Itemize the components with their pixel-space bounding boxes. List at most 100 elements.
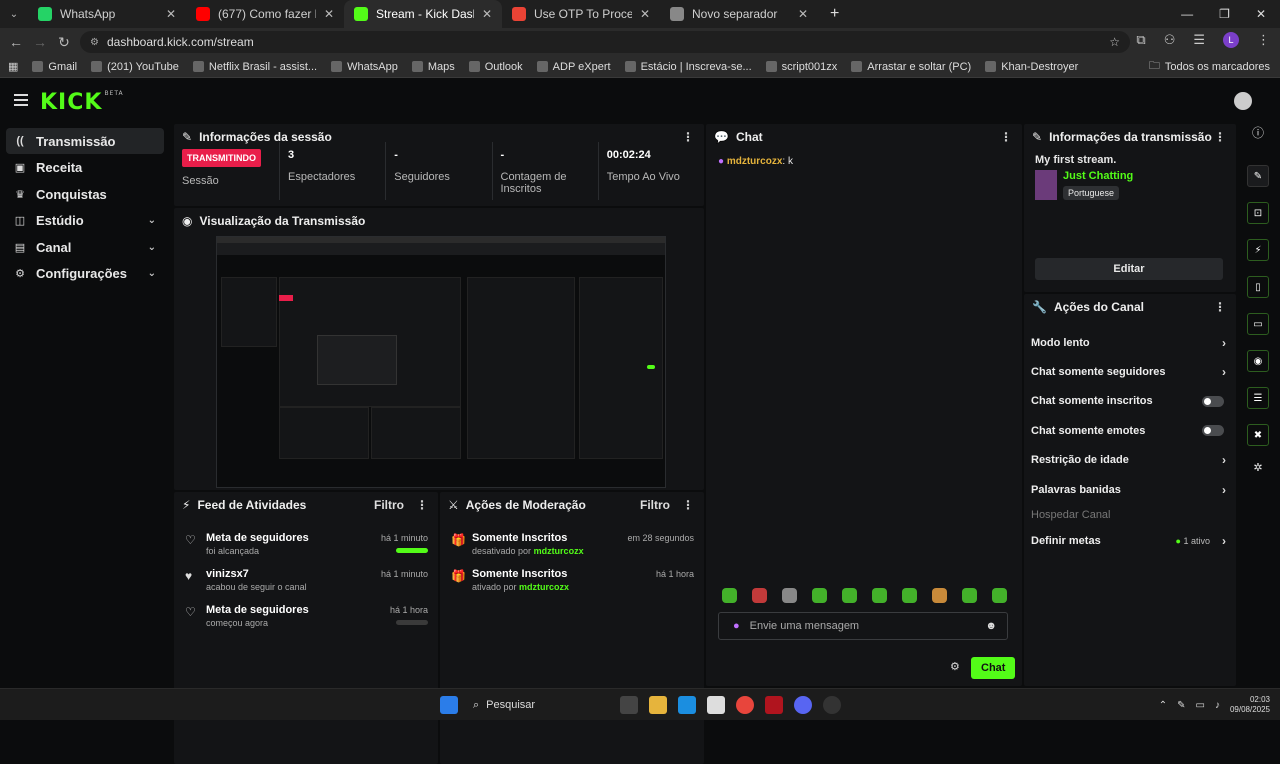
omnibox[interactable]: ⚙ dashboard.kick.com/stream ☆ xyxy=(80,31,1130,53)
stream-preview-video[interactable] xyxy=(216,236,666,488)
store-icon[interactable] xyxy=(707,696,725,714)
emoji-icon[interactable]: ☻ xyxy=(985,620,997,632)
menu-hamburger-icon[interactable] xyxy=(14,94,28,106)
chrome-icon[interactable] xyxy=(736,696,754,714)
emote[interactable] xyxy=(782,588,797,603)
flash-icon[interactable]: ⚡ xyxy=(1247,239,1269,261)
user-avatar[interactable] xyxy=(1234,92,1252,110)
discord-icon[interactable] xyxy=(794,696,812,714)
chat-input[interactable]: ● Envie uma mensagem ☻ xyxy=(718,612,1008,640)
channel-action-item[interactable]: Chat somente emotes xyxy=(1024,416,1236,445)
stream-info-menu-icon[interactable]: ⋮ xyxy=(1214,130,1226,144)
broadcast-icon[interactable]: ◉ xyxy=(1247,350,1269,372)
channel-action-item[interactable]: Chat somente seguidores › xyxy=(1024,357,1236,386)
emote[interactable] xyxy=(962,588,977,603)
bookmark-item[interactable]: Arrastar e soltar (PC) xyxy=(851,61,971,73)
forward-icon[interactable]: → xyxy=(28,34,52,50)
layers-icon[interactable]: ☰ xyxy=(1247,387,1269,409)
new-tab-plus-icon[interactable]: + xyxy=(830,5,839,23)
emote[interactable] xyxy=(842,588,857,603)
file-explorer-icon[interactable] xyxy=(649,696,667,714)
emote[interactable] xyxy=(812,588,827,603)
bookmark-item[interactable]: (201) YouTube xyxy=(91,61,179,73)
browser-tab[interactable]: Novo separador ✕ xyxy=(660,0,818,28)
wrench-icon[interactable]: ✖ xyxy=(1247,424,1269,446)
sidebar-item[interactable]: ⚙ Configurações ⌄ xyxy=(6,261,164,287)
profile-avatar[interactable]: L xyxy=(1223,32,1239,48)
site-info-icon[interactable]: ⚙ xyxy=(90,37,99,48)
taskbar-search[interactable]: ⌕ Pesquisar xyxy=(469,695,609,715)
tab-close-icon[interactable]: ✕ xyxy=(640,7,650,21)
emote[interactable] xyxy=(722,588,737,603)
bookmark-item[interactable]: WhatsApp xyxy=(331,61,398,73)
minimize-icon[interactable]: — xyxy=(1181,7,1193,21)
activity-item[interactable]: ♡ Meta de seguidores foi alcançada há 1 min… xyxy=(174,526,438,562)
moderation-menu-icon[interactable]: ⋮ xyxy=(682,498,694,512)
channel-action-item[interactable]: Modo lento › xyxy=(1024,328,1236,357)
bookmark-item[interactable]: Netflix Brasil - assist... xyxy=(192,61,317,73)
connections-icon[interactable]: ✲ xyxy=(1242,461,1274,474)
browser-tab[interactable]: (677) Como fazer live NA KICK ✕ xyxy=(186,0,344,28)
all-bookmarks-button[interactable]: 🗀 Todos os marcadores xyxy=(1149,57,1270,76)
browser-tab[interactable]: WhatsApp ✕ xyxy=(28,0,186,28)
camera-icon[interactable]: ⊡ xyxy=(1247,202,1269,224)
edit-layout-icon[interactable]: ✎ xyxy=(1247,165,1269,187)
apps-grid-icon[interactable]: ▦ xyxy=(8,60,18,73)
kick-logo[interactable]: KICK BETA xyxy=(40,90,124,115)
tray-chevron-icon[interactable]: ⌃ xyxy=(1159,700,1167,711)
emote[interactable] xyxy=(752,588,767,603)
bookmark-star-icon[interactable]: ☆ xyxy=(1109,35,1120,49)
moderator-username[interactable]: mdzturcozx xyxy=(519,582,569,592)
emote[interactable] xyxy=(932,588,947,603)
activity-menu-icon[interactable]: ⋮ xyxy=(416,498,428,512)
category-link[interactable]: Just Chatting xyxy=(1063,170,1133,182)
chat-send-button[interactable]: Chat xyxy=(971,657,1016,679)
chat-settings-gear-icon[interactable]: ⚙ xyxy=(950,660,960,673)
toggle-switch[interactable] xyxy=(1202,425,1224,437)
bookmark-item[interactable]: ADP eXpert xyxy=(536,61,611,73)
bookmark-item[interactable]: Estácio | Inscreva-se... xyxy=(624,61,752,73)
channel-action-item[interactable]: Restrição de idade › xyxy=(1024,446,1236,475)
channel-action-item[interactable]: Chat somente inscritos xyxy=(1024,387,1236,416)
channel-actions-menu-icon[interactable]: ⋮ xyxy=(1214,300,1226,314)
session-menu-icon[interactable]: ⋮ xyxy=(682,130,694,144)
info-circle-icon[interactable]: ⓘ xyxy=(1242,124,1274,141)
bookmark-item[interactable]: Maps xyxy=(411,61,455,73)
monitor-icon[interactable]: ▭ xyxy=(1196,700,1205,711)
sidebar-item[interactable]: ▤ Canal ⌄ xyxy=(6,234,164,260)
obs-icon[interactable] xyxy=(823,696,841,714)
clipboard-icon[interactable]: ▯ xyxy=(1247,276,1269,298)
emote[interactable] xyxy=(902,588,917,603)
windows-start-icon[interactable] xyxy=(440,696,458,714)
sidebar-item[interactable]: ▣ Receita xyxy=(6,155,164,181)
sidebar-item[interactable]: ((Transmissão xyxy=(6,128,164,154)
pen-icon[interactable]: ✎ xyxy=(1177,700,1185,711)
moderation-item[interactable]: 🎁 Somente Inscritos ativado por mdzturcozx… xyxy=(440,562,704,598)
category-thumbnail[interactable] xyxy=(1035,170,1057,200)
tab-close-icon[interactable]: ✕ xyxy=(324,7,334,21)
tab-close-icon[interactable]: ✕ xyxy=(166,7,176,21)
bookmark-item[interactable]: Khan-Destroyer xyxy=(985,61,1078,73)
channel-action-item[interactable]: Definir metas ● 1 ativo › xyxy=(1024,526,1236,555)
edit-stream-button[interactable]: Editar xyxy=(1035,258,1223,280)
extensions-icon[interactable]: ⧉ xyxy=(1136,32,1145,48)
tab-close-icon[interactable]: ✕ xyxy=(798,7,808,21)
activity-item[interactable]: ♥ vinizsx7 acabou de seguir o canal há 1 mi… xyxy=(174,562,438,598)
channel-action-item[interactable]: Palavras banidas › xyxy=(1024,475,1236,504)
sidebar-item[interactable]: ◫ Estúdio ⌄ xyxy=(6,208,164,234)
bookmark-item[interactable]: Outlook xyxy=(468,61,523,73)
back-icon[interactable]: ← xyxy=(4,34,28,50)
chat-icon[interactable]: ▭ xyxy=(1247,313,1269,335)
tab-close-icon[interactable]: ✕ xyxy=(482,7,492,21)
reload-icon[interactable]: ↻ xyxy=(52,34,76,51)
chat-menu-icon[interactable]: ⋮ xyxy=(1000,130,1012,144)
emote[interactable] xyxy=(872,588,887,603)
edge-icon[interactable] xyxy=(678,696,696,714)
browser-tab[interactable]: Stream - Kick Dashboard ✕ xyxy=(344,0,502,28)
close-window-icon[interactable]: ✕ xyxy=(1256,7,1266,21)
volume-icon[interactable]: ♪ xyxy=(1215,700,1220,711)
reading-list-icon[interactable]: ☰ xyxy=(1193,32,1205,48)
browser-menu-icon[interactable]: ⋮ xyxy=(1257,32,1270,48)
bookmark-item[interactable]: Gmail xyxy=(32,61,77,73)
task-view-icon[interactable] xyxy=(620,696,638,714)
